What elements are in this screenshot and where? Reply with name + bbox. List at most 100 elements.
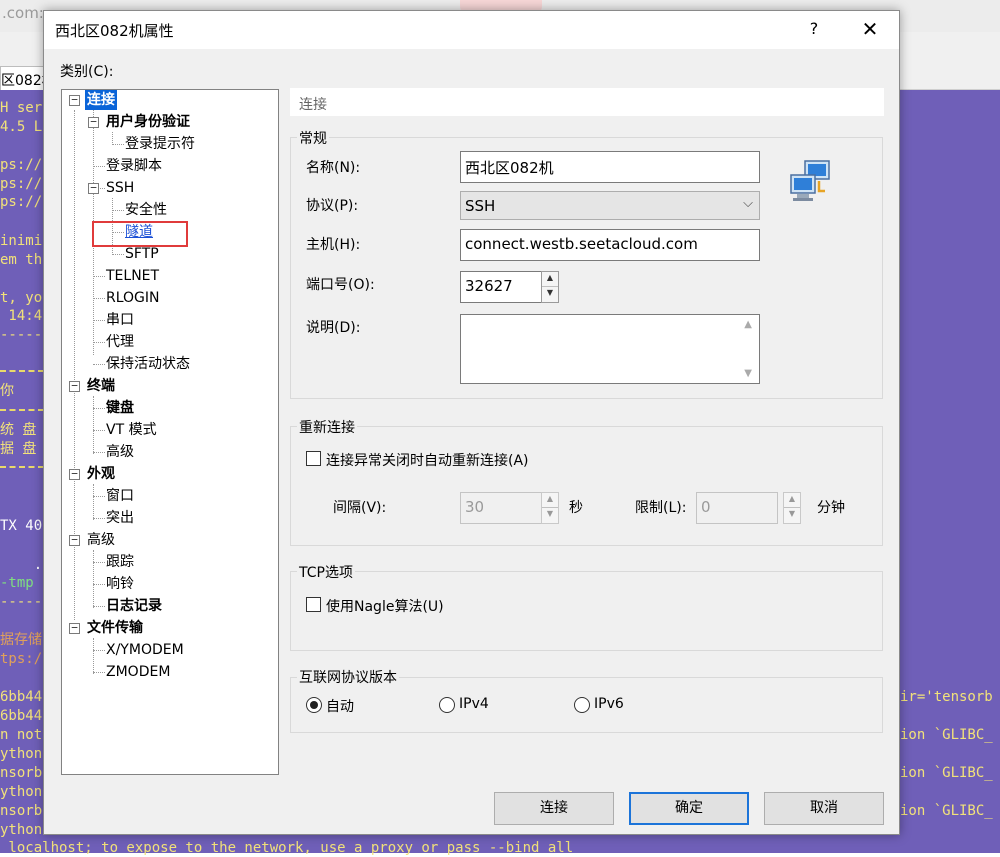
description-textarea[interactable]: ▲ ▼ [460,314,760,384]
ipv6-radio[interactable] [574,697,590,713]
collapse-icon[interactable]: − [69,534,80,546]
protocol-select[interactable]: SSH ⌵ [460,191,760,220]
ipv4-radio[interactable] [439,697,455,713]
nagle-checkbox[interactable] [306,597,321,612]
auto-reconnect-checkbox[interactable] [306,451,321,466]
collapse-icon[interactable]: − [69,468,80,480]
tree-item-terminal[interactable]: 终端 [87,376,115,396]
tree-item-proxy[interactable]: 代理 [106,332,134,352]
ip-auto-radio[interactable] [306,697,322,713]
interval-input[interactable]: 30 [460,492,542,524]
tree-item-highlight[interactable]: 突出 [106,508,134,528]
tree-connector [112,254,124,255]
tree-item-keyboard[interactable]: 键盘 [106,398,134,418]
scroll-down-icon[interactable]: ▼ [744,368,752,379]
protocol-label: 协议(P): [306,198,359,214]
auto-reconnect-label[interactable]: 连接异常关闭时自动重新连接(A) [326,450,529,470]
name-input[interactable]: 西北区082机 [460,151,760,183]
tree-connector [93,408,105,409]
terminal-line: localhost; to expose to the network, use… [0,840,574,856]
tree-item-authentication[interactable]: 用户身份验证 [106,112,190,132]
terminal-line: em th [0,252,43,268]
ip-auto-label[interactable]: 自动 [326,696,354,716]
tree-connector [93,452,105,453]
spin-up-icon[interactable]: ▲ [542,272,558,287]
terminal-line: 据 盘 [0,441,37,457]
network-computers-icon [790,160,830,201]
tree-item-ssh[interactable]: SSH [106,178,134,198]
terminal-separator [0,409,44,411]
protocol-value: SSH [465,197,496,215]
terminal-line: ps:// [0,194,43,210]
tree-item-trace[interactable]: 跟踪 [106,552,134,572]
terminal-line: nsorb [0,765,43,781]
terminal-line: 你 [0,383,14,399]
collapse-icon[interactable]: − [69,622,80,634]
ipv4-label[interactable]: IPv4 [459,696,489,712]
tree-connector [112,210,124,211]
tree-connector [93,364,105,365]
tree-item-vt-mode[interactable]: VT 模式 [106,420,157,440]
ipv6-label[interactable]: IPv6 [594,696,624,712]
category-tree[interactable]: − − − − − − − 连接 用户身份验证 登录提示符 登录脚本 SSH 安… [61,89,279,775]
general-group-title: 常规 [297,128,329,148]
limit-spinner[interactable]: ▲ ▼ [783,492,801,524]
tree-item-xymodem[interactable]: X/YMODEM [106,640,184,660]
tree-item-connection[interactable]: 连接 [85,90,117,110]
terminal-line: 统 盘 [0,422,37,438]
tree-connector [93,606,105,607]
tree-item-zmodem[interactable]: ZMODEM [106,662,170,682]
dialog-title-bar[interactable]: 西北区082机属性 ? ✕ [44,11,899,49]
tree-item-advanced[interactable]: 高级 [87,530,115,550]
nagle-label[interactable]: 使用Nagle算法(U) [326,596,444,616]
port-spinner[interactable]: ▲ ▼ [541,271,559,303]
collapse-icon[interactable]: − [88,182,99,194]
close-icon[interactable]: ✕ [859,17,881,41]
interval-spinner[interactable]: ▲ ▼ [541,492,559,524]
collapse-icon[interactable]: − [88,116,99,128]
tree-item-appearance[interactable]: 外观 [87,464,115,484]
spin-up-icon[interactable]: ▲ [542,493,558,508]
terminal-line: ----- [0,327,43,343]
spin-down-icon[interactable]: ▼ [542,287,558,302]
port-input[interactable]: 32627 [460,271,542,303]
connect-button[interactable]: 连接 [494,792,614,825]
terminal-line: inimi [0,233,43,249]
tree-connector [93,320,105,321]
tree-connector [112,144,124,145]
terminal-line: 14:4 [0,308,43,324]
terminal-line: . [0,557,43,573]
tree-connector [93,484,94,520]
limit-input[interactable]: 0 [696,492,778,524]
host-input[interactable]: connect.westb.seetacloud.com [460,229,760,261]
spin-down-icon[interactable]: ▼ [784,508,800,523]
spin-up-icon[interactable]: ▲ [784,493,800,508]
name-label: 名称(N): [306,160,361,176]
tree-item-file-transfer[interactable]: 文件传输 [87,618,143,638]
tree-item-keep-alive[interactable]: 保持活动状态 [106,354,190,374]
collapse-icon[interactable]: − [69,380,80,392]
collapse-icon[interactable]: − [69,94,80,106]
tree-item-security[interactable]: 安全性 [125,200,167,220]
terminal-line: ion `GLIBC_ [900,765,993,781]
tree-item-login-prompts[interactable]: 登录提示符 [125,134,195,154]
tree-item-terminal-advanced[interactable]: 高级 [106,442,134,462]
tree-item-telnet[interactable]: TELNET [106,266,159,286]
terminal-line: ion `GLIBC_ [900,803,993,819]
ip-version-group-title: 互联网协议版本 [297,667,399,687]
tree-item-logging[interactable]: 日志记录 [106,596,162,616]
tree-item-sftp[interactable]: SFTP [125,244,159,264]
ok-button[interactable]: 确定 [629,792,749,825]
terminal-line: ython [0,784,43,800]
spin-down-icon[interactable]: ▼ [542,508,558,523]
terminal-line: TX 40 [0,518,43,534]
tree-item-login-script[interactable]: 登录脚本 [106,156,162,176]
scroll-up-icon[interactable]: ▲ [744,319,752,330]
tree-item-window[interactable]: 窗口 [106,486,134,506]
tree-item-serial[interactable]: 串口 [106,310,134,330]
help-button[interactable]: ? [806,19,822,38]
cancel-button[interactable]: 取消 [764,792,884,825]
terminal-line: tps:/ [0,651,43,667]
tree-item-bell[interactable]: 响铃 [106,574,134,594]
tree-item-rlogin[interactable]: RLOGIN [106,288,160,308]
